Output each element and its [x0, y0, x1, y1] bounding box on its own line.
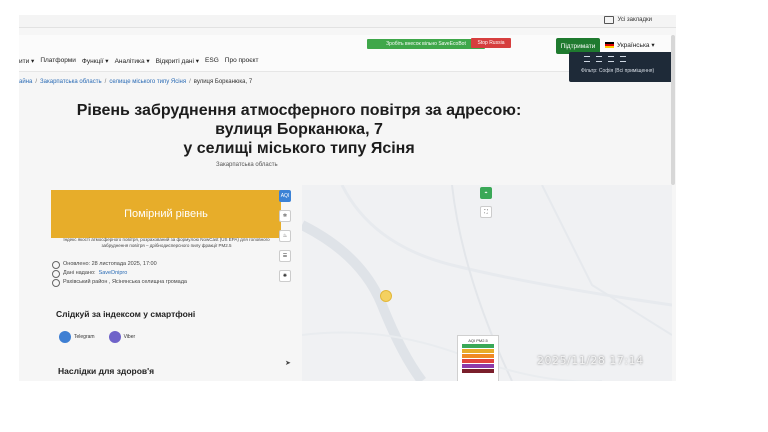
index-description: Індекс якості атмосферного повітря, розр…	[63, 237, 270, 248]
locate-icon[interactable]: ⌖	[480, 187, 492, 199]
language-dropdown-panel: Фільтр: Софія (Всі приміщення)	[569, 52, 673, 82]
map-icon	[52, 278, 60, 287]
legend-scale	[458, 344, 498, 373]
station-meta: Оновлено: 28 листопада 2025, 17:00 Дані …	[52, 260, 187, 287]
legend-swatch-3	[462, 359, 494, 363]
updated-text: Оновлено: 28 листопада 2025, 17:00	[63, 261, 157, 267]
flag-icon	[605, 42, 614, 48]
telegram-icon	[59, 331, 71, 343]
district-row: Рахівський район , Ясінянська селищна гр…	[52, 278, 187, 287]
folder-icon	[604, 16, 615, 24]
health-heading: Наслідки для здоров'я	[58, 366, 155, 376]
clock-icon	[52, 260, 60, 269]
social-links: Telegram Viber	[59, 331, 135, 343]
map-left-toolbar: AQI ✲ ♨ ☰ ✺	[279, 190, 291, 282]
breadcrumb-country[interactable]: айна	[19, 79, 32, 85]
menu-item-about[interactable]: Про проєкт	[225, 57, 259, 65]
viber-link[interactable]: Viber	[108, 331, 136, 343]
dropdown-tooltip: Фільтр: Софія (Всі приміщення)	[581, 68, 655, 74]
menu-item-esg[interactable]: ESG	[205, 57, 219, 65]
menu-icon[interactable]	[608, 56, 614, 62]
legend-swatch-1	[462, 349, 494, 353]
aqi-legend: AQI PM2.5	[457, 335, 499, 381]
telegram-label: Telegram	[74, 334, 95, 340]
language-selector[interactable]: Українська ▾	[605, 41, 655, 49]
menu-item-cities[interactable]: ити ▾	[19, 57, 34, 65]
menu-item-open-data[interactable]: Відкриті дані ▾	[156, 57, 199, 65]
telegram-link[interactable]: Telegram	[59, 331, 95, 343]
air-quality-level-card: Помірний рівень	[51, 190, 281, 238]
updated-row: Оновлено: 28 листопада 2025, 17:00	[52, 260, 187, 269]
provider-link[interactable]: SaveDnipro	[99, 269, 128, 278]
page-title: Рівень забруднення атмосферного повітря …	[59, 101, 539, 158]
menu-icon[interactable]	[584, 56, 590, 62]
map-right-toolbar: ⌖ ⛶	[480, 187, 492, 218]
legend-swatch-2	[462, 354, 494, 358]
station-marker[interactable]	[380, 290, 392, 302]
district-text: Рахівський район , Ясінянська селищна гр…	[63, 279, 187, 285]
breadcrumb: айна / Закарпатська область / селище міс…	[19, 79, 253, 85]
page-scrollbar[interactable]	[671, 35, 675, 185]
database-icon	[52, 269, 60, 278]
menu-item-platforms[interactable]: Платформи	[40, 57, 76, 65]
viber-label: Viber	[123, 334, 136, 340]
legend-swatch-5	[462, 369, 494, 373]
air-quality-level-label: Помірний рівень	[124, 208, 208, 220]
page-title-line-2: вулиця Борканюка, 7	[215, 121, 383, 138]
menu-item-analytics[interactable]: Аналітика ▾	[115, 57, 150, 65]
menu-icon[interactable]	[620, 56, 626, 62]
photo-timestamp: 2025/11/28 17:14	[537, 354, 644, 367]
menu-item-functions[interactable]: Функції ▾	[82, 57, 109, 65]
breadcrumb-region[interactable]: Закарпатська область	[40, 79, 102, 85]
legend-title: AQI PM2.5	[468, 338, 488, 343]
language-label: Українська ▾	[617, 42, 655, 49]
navigation-arrow-icon[interactable]: ➤	[285, 359, 291, 367]
breadcrumb-current: вулиця Борканюка, 7	[193, 79, 253, 85]
layers-icon[interactable]: ☰	[279, 250, 291, 262]
follow-heading: Слідкуй за індексом у смартфоні	[56, 309, 196, 319]
menu-icon[interactable]	[596, 56, 602, 62]
fan-icon[interactable]: ✲	[279, 210, 291, 222]
donate-banner[interactable]: Зробіть внесок вільно SaveEcoBot	[367, 39, 485, 49]
radiation-icon[interactable]: ✺	[279, 270, 291, 282]
bookmarks-bar: Усі закладки	[19, 15, 676, 28]
fire-icon[interactable]: ♨	[279, 230, 291, 242]
all-bookmarks[interactable]: Усі закладки	[604, 16, 652, 24]
page-title-line-1: Рівень забруднення атмосферного повітря …	[76, 102, 522, 119]
page-title-line-3: у селищі міського типу Ясіня	[183, 140, 415, 157]
provider-row: Дані надано: SaveDnipro	[52, 269, 187, 278]
aqi-layer-button[interactable]: AQI	[279, 190, 291, 202]
viber-icon	[108, 331, 121, 343]
legend-swatch-4	[462, 364, 494, 368]
stop-russia-banner[interactable]: Stop Russia	[471, 38, 511, 48]
fullscreen-icon[interactable]: ⛶	[480, 206, 492, 218]
dropdown-icons	[584, 56, 626, 62]
main-menu: ити ▾ Платформи Функції ▾ Аналітика ▾ Ві…	[19, 57, 258, 65]
all-bookmarks-label: Усі закладки	[617, 17, 652, 23]
photographed-screen: Усі закладки ити ▾ Платформи Функції ▾ А…	[19, 15, 676, 381]
region-subtitle: Закарпатська область	[216, 162, 278, 168]
legend-swatch-0	[462, 344, 494, 348]
breadcrumb-settlement[interactable]: селище міського типу Ясіня	[109, 79, 186, 85]
provider-prefix: Дані надано:	[63, 270, 96, 276]
